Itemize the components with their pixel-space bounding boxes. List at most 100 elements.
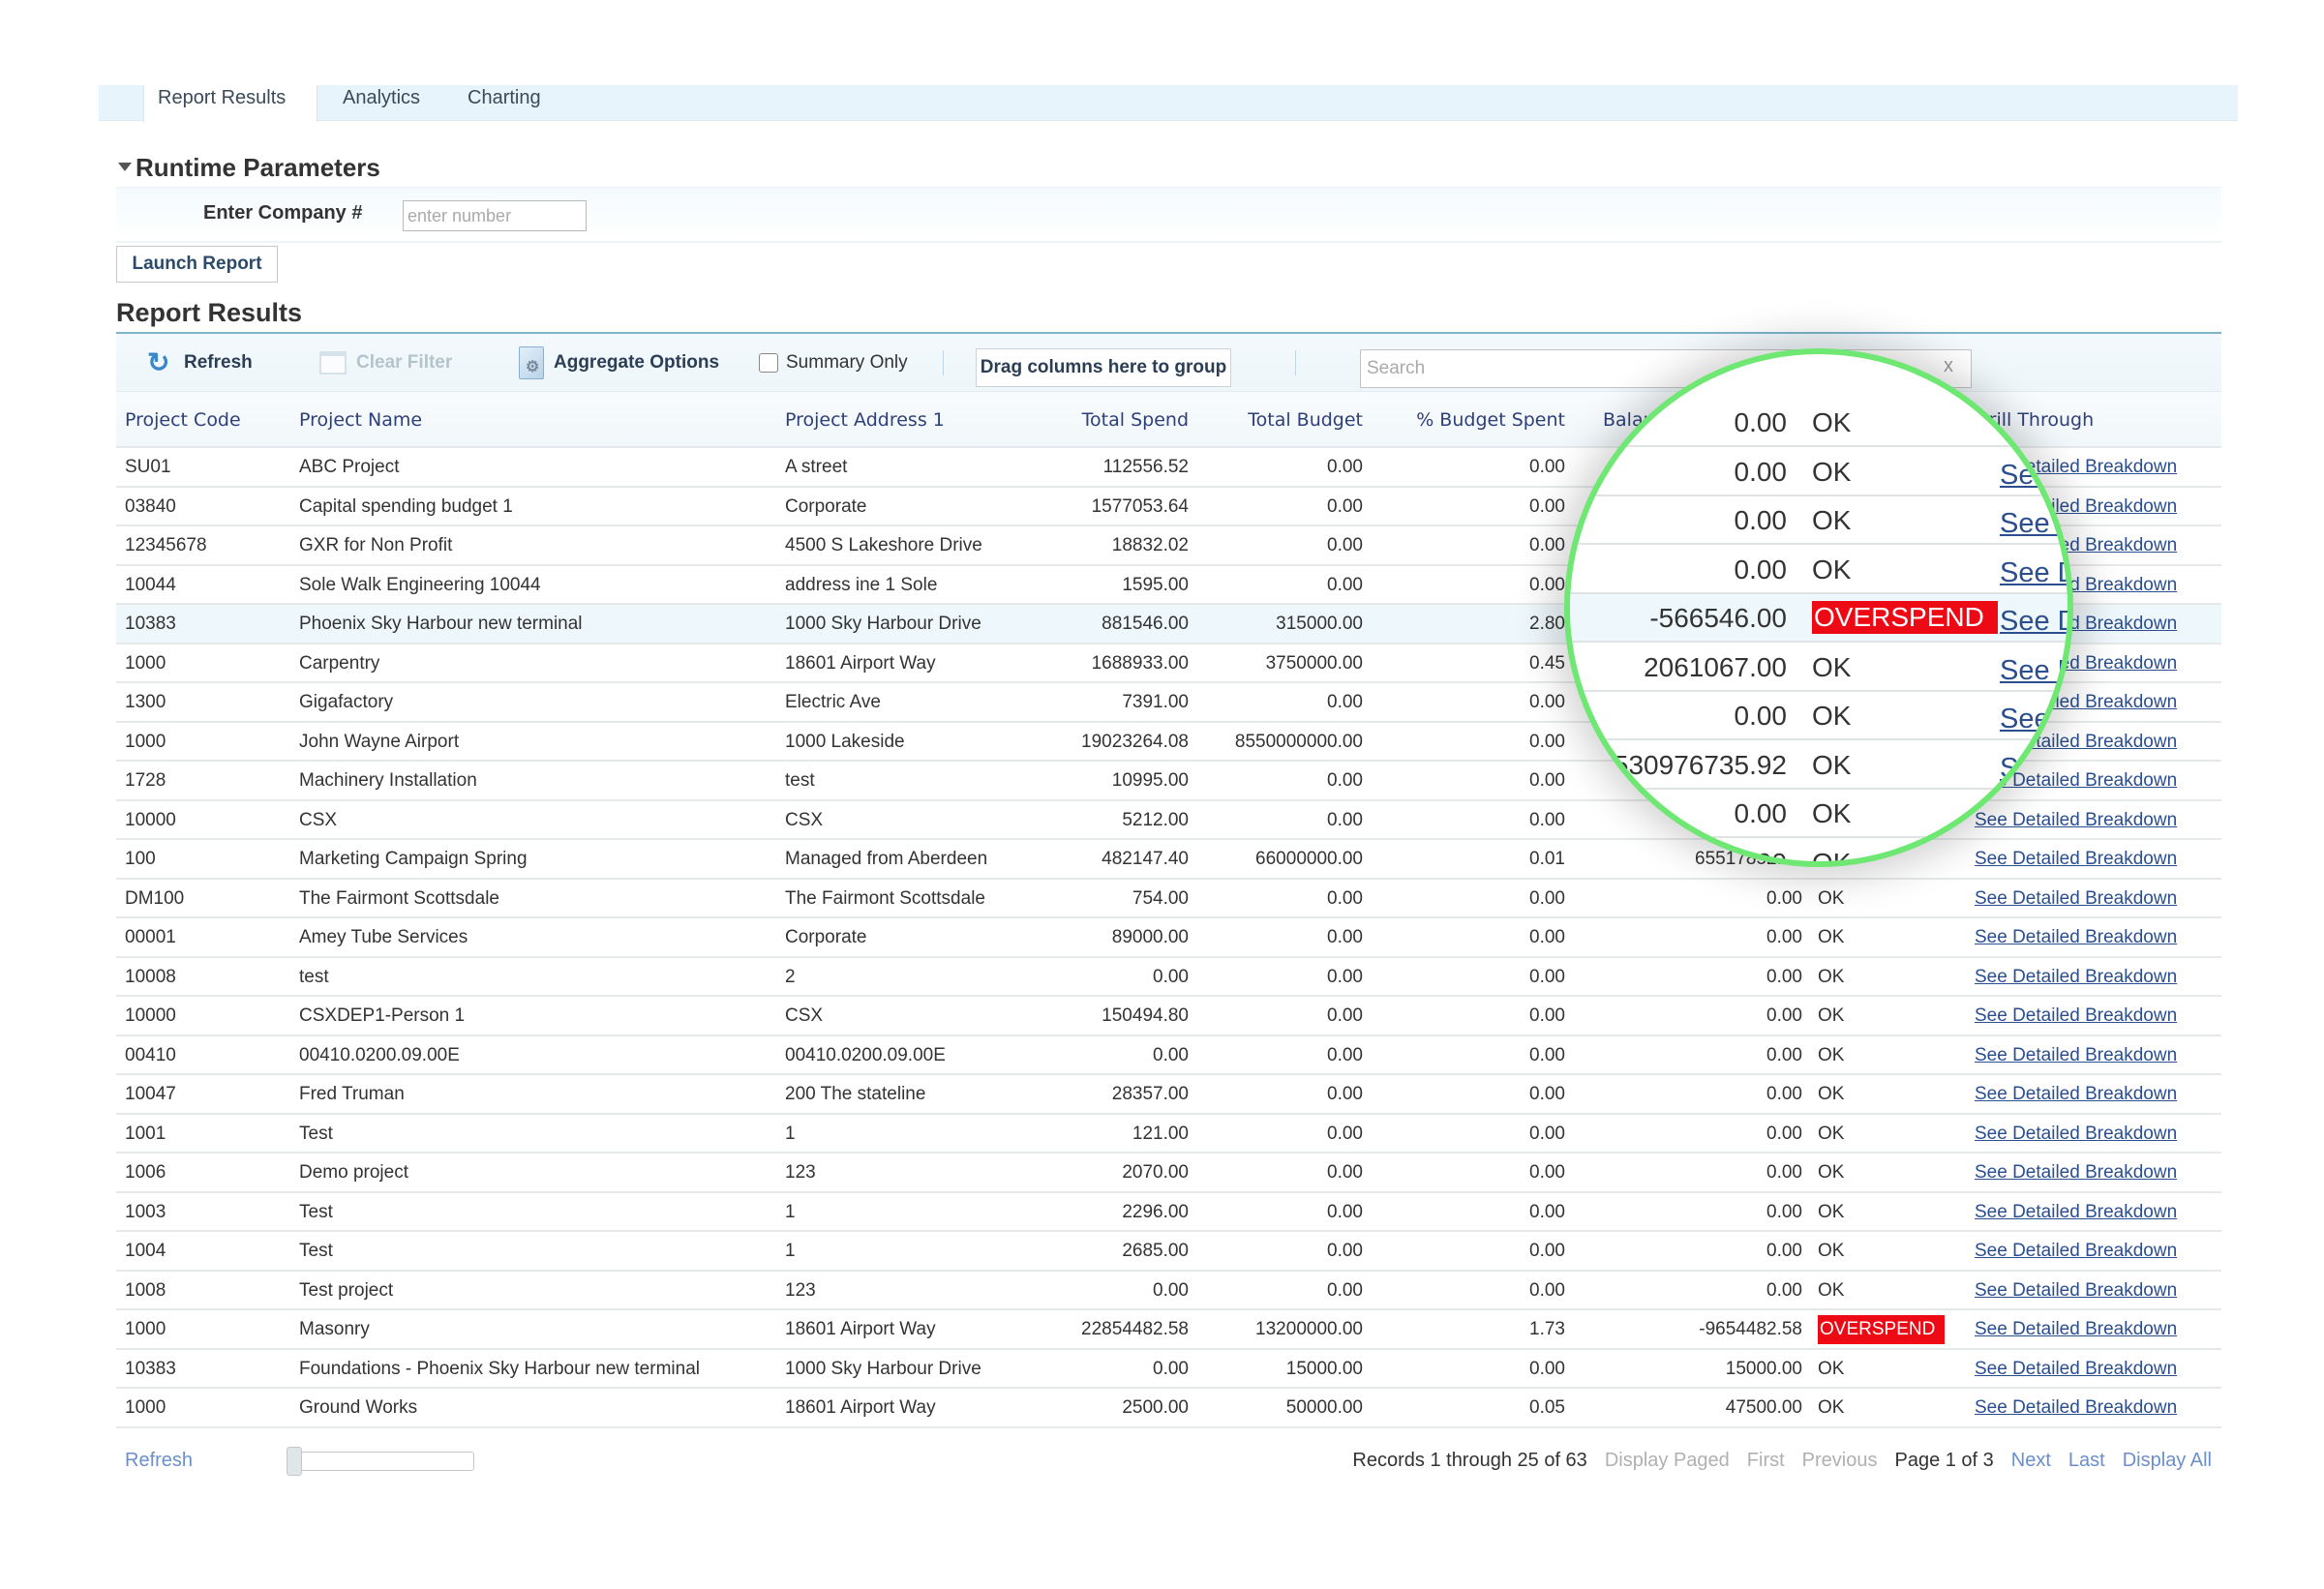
cell-project-code: 10383 [125, 1358, 176, 1379]
table-row[interactable]: 1006 Demo project 123 2070.00 0.00 0.00 0.00 OK… [116, 1154, 2221, 1193]
table-row[interactable]: 10008 test 2 0.00 0.00 0.00 0.00 OK See Detailed… [116, 957, 2221, 997]
column-header-total-budget[interactable]: Total Budget [1248, 392, 1363, 448]
aggregate-options-button[interactable]: Aggregate Options [519, 334, 719, 392]
aggregate-options-label: Aggregate Options [554, 352, 720, 373]
table-row[interactable]: 1003 Test 1 2296.00 0.00 0.00 0.00 OK See Detail… [116, 1192, 2221, 1232]
footer-refresh-link[interactable]: Refresh [125, 1450, 193, 1472]
magnified-balance: 8530976735.92 [1598, 749, 1787, 780]
cell-project-code: 1000 [125, 652, 166, 674]
page-size-slider[interactable] [290, 1452, 474, 1471]
drill-through-link[interactable]: See Detailed Breakdown [1975, 1154, 2177, 1192]
table-row[interactable]: 10000 CSXDEP1-Person 1 CSX 150494.80 0.00 0.0… [116, 997, 2221, 1036]
column-header-project-code[interactable]: Project Code [125, 392, 241, 448]
status-badge: OK [1818, 1279, 1845, 1301]
cell-total-spend: 18832.02 [1111, 535, 1189, 555]
cell-project-address: 1000 Sky Harbour Drive [785, 614, 981, 634]
column-header-budget-spent[interactable]: % Budget Spent [1416, 392, 1565, 448]
cell-project-name: Test [299, 1201, 333, 1222]
drill-through-link[interactable]: See Detailed Breakdown [1975, 1193, 2177, 1232]
cell-project-address: Electric Ave [785, 692, 881, 712]
cell-total-spend: 0.00 [1153, 1044, 1189, 1065]
drill-through-link[interactable]: See Detailed Breakdown [1975, 1310, 2177, 1349]
drill-through-link[interactable]: See Detailed Breakdown [1975, 1115, 2177, 1154]
caret-down-icon [118, 162, 132, 171]
table-row[interactable]: 1004 Test 1 2685.00 0.00 0.00 0.00 OK See Detail… [116, 1232, 2221, 1272]
grid-footer: Refresh Records 1 through 25 of 63 Displ… [116, 1442, 2221, 1490]
cell-project-address: 18601 Airport Way [785, 1397, 936, 1418]
table-row[interactable]: 1000 Ground Works 18601 Airport Way 2500.00… [116, 1389, 2221, 1428]
cell-total-spend: 1595.00 [1122, 574, 1189, 595]
drill-through-link[interactable]: See Detailed Breakdown [1975, 918, 2177, 957]
column-header-total-spend[interactable]: Total Spend [1082, 392, 1189, 448]
table-row[interactable]: 10047 Fred Truman 200 The stateline 28357.0… [116, 1075, 2221, 1115]
drill-through-link[interactable]: See Detailed Breakdown [1975, 997, 2177, 1035]
page-size-slider-handle[interactable] [287, 1447, 302, 1476]
column-header-project-address[interactable]: Project Address 1 [785, 392, 945, 448]
status-badge: OK [1818, 1241, 1845, 1261]
cell-project-name: 00410.0200.09.00E [299, 1044, 460, 1065]
summary-only-checkbox[interactable]: Summary Only [759, 334, 908, 392]
table-row[interactable]: DM100 The Fairmont Scottsdale The Fairmont… [116, 879, 2221, 918]
magnified-status: OK [1812, 407, 1852, 437]
magnified-balance: 2061067.00 [1644, 651, 1787, 682]
magnified-drill-link[interactable]: See Detailed Breakdown [2000, 692, 2067, 746]
drill-through-link[interactable]: See Detailed Breakdown [1975, 1389, 2177, 1427]
runtime-parameters-toggle[interactable]: Runtime Parameters [118, 153, 380, 183]
cell-project-name: Test [299, 1123, 333, 1144]
magnified-balance: 0.00 [1734, 505, 1788, 535]
drill-through-link[interactable]: See Detailed Breakdown [1975, 1272, 2177, 1310]
cell-budget-spent: 0.00 [1529, 457, 1565, 477]
cell-project-address: 1 [785, 1123, 796, 1144]
cell-total-budget: 0.00 [1327, 1005, 1363, 1026]
magnifier-lens: 0.00 OK 0.00 OK See Detailed Breakdown 0.00 OK… [1564, 348, 2073, 867]
last-page-link[interactable]: Last [2068, 1450, 2105, 1472]
cell-project-name: Test [299, 1241, 333, 1261]
table-row[interactable]: 1000 Masonry 18601 Airport Way 22854482.58 1… [116, 1310, 2221, 1350]
tab-report-results[interactable]: Report Results [143, 85, 317, 122]
refresh-button[interactable]: Refresh [147, 334, 253, 392]
table-row[interactable]: 00001 Amey Tube Services Corporate 89000.00… [116, 918, 2221, 958]
clear-search-icon[interactable]: x [1944, 355, 1953, 377]
magnified-balance: 0.00 [1734, 798, 1788, 828]
drill-through-link[interactable]: See Detailed Breakdown [1975, 1036, 2177, 1075]
next-page-link[interactable]: Next [2011, 1450, 2051, 1472]
magnified-balance: 0.00 [1734, 701, 1788, 731]
magnified-drill-link[interactable]: See Detailed Breakdown [2000, 546, 2067, 600]
cell-total-spend: 5212.00 [1122, 809, 1189, 830]
magnified-drill-link[interactable]: See Detailed Breakdown [2000, 594, 2067, 648]
status-badge: OK [1818, 1162, 1845, 1183]
table-row[interactable]: 1008 Test project 123 0.00 0.00 0.00 0.00 OK See… [116, 1271, 2221, 1310]
status-badge: OK [1818, 1397, 1845, 1418]
status-badge: OK [1818, 1084, 1845, 1104]
tab-analytics[interactable]: Analytics [343, 85, 420, 121]
drill-through-link[interactable]: See Detailed Breakdown [1975, 958, 2177, 997]
checkbox-icon[interactable] [759, 353, 778, 373]
display-all-link[interactable]: Display All [2123, 1450, 2212, 1472]
tab-charting[interactable]: Charting [468, 85, 541, 121]
cell-project-address: CSX [785, 1005, 824, 1026]
group-drop-zone[interactable]: Drag columns here to group [976, 348, 1231, 387]
column-header-project-name[interactable]: Project Name [299, 392, 422, 448]
clear-filter-label: Clear Filter [356, 352, 453, 373]
drill-through-link[interactable]: See Detailed Breakdown [1975, 1350, 2177, 1389]
drill-through-link[interactable]: See Detailed Breakdown [1975, 880, 2177, 918]
table-row[interactable]: 10383 Foundations - Phoenix Sky Harbour n… [116, 1349, 2221, 1389]
clear-filter-button[interactable]: Clear Filter [319, 334, 452, 392]
table-row[interactable]: 1001 Test 1 121.00 0.00 0.00 0.00 OK See Detaile… [116, 1114, 2221, 1154]
magnified-drill-link[interactable]: See Detailed Breakdown [2000, 448, 2067, 502]
magnified-drill-link[interactable]: See Detailed Breakdown [2000, 741, 2067, 795]
magnified-drill-link[interactable]: See Detailed Breakdown [2000, 496, 2067, 551]
drill-through-link[interactable]: See Detailed Breakdown [1975, 1075, 2177, 1114]
cell-total-budget: 3750000.00 [1265, 652, 1363, 674]
table-row[interactable]: 00410 00410.0200.09.00E 00410.0200.09.00E 0… [116, 1035, 2221, 1075]
cell-budget-spent: 0.00 [1529, 1358, 1565, 1379]
cell-project-code: 10047 [125, 1084, 176, 1104]
cell-project-code: 1000 [125, 731, 166, 752]
magnified-drill-link[interactable]: See Detailed Breakdown [2000, 644, 2067, 698]
cell-project-code: 03840 [125, 495, 176, 517]
magnified-status: OK [1812, 798, 1852, 828]
company-number-input[interactable] [403, 200, 587, 231]
launch-report-button[interactable]: Launch Report [116, 246, 278, 283]
cell-project-address: A street [785, 457, 848, 477]
drill-through-link[interactable]: See Detailed Breakdown [1975, 1232, 2177, 1271]
